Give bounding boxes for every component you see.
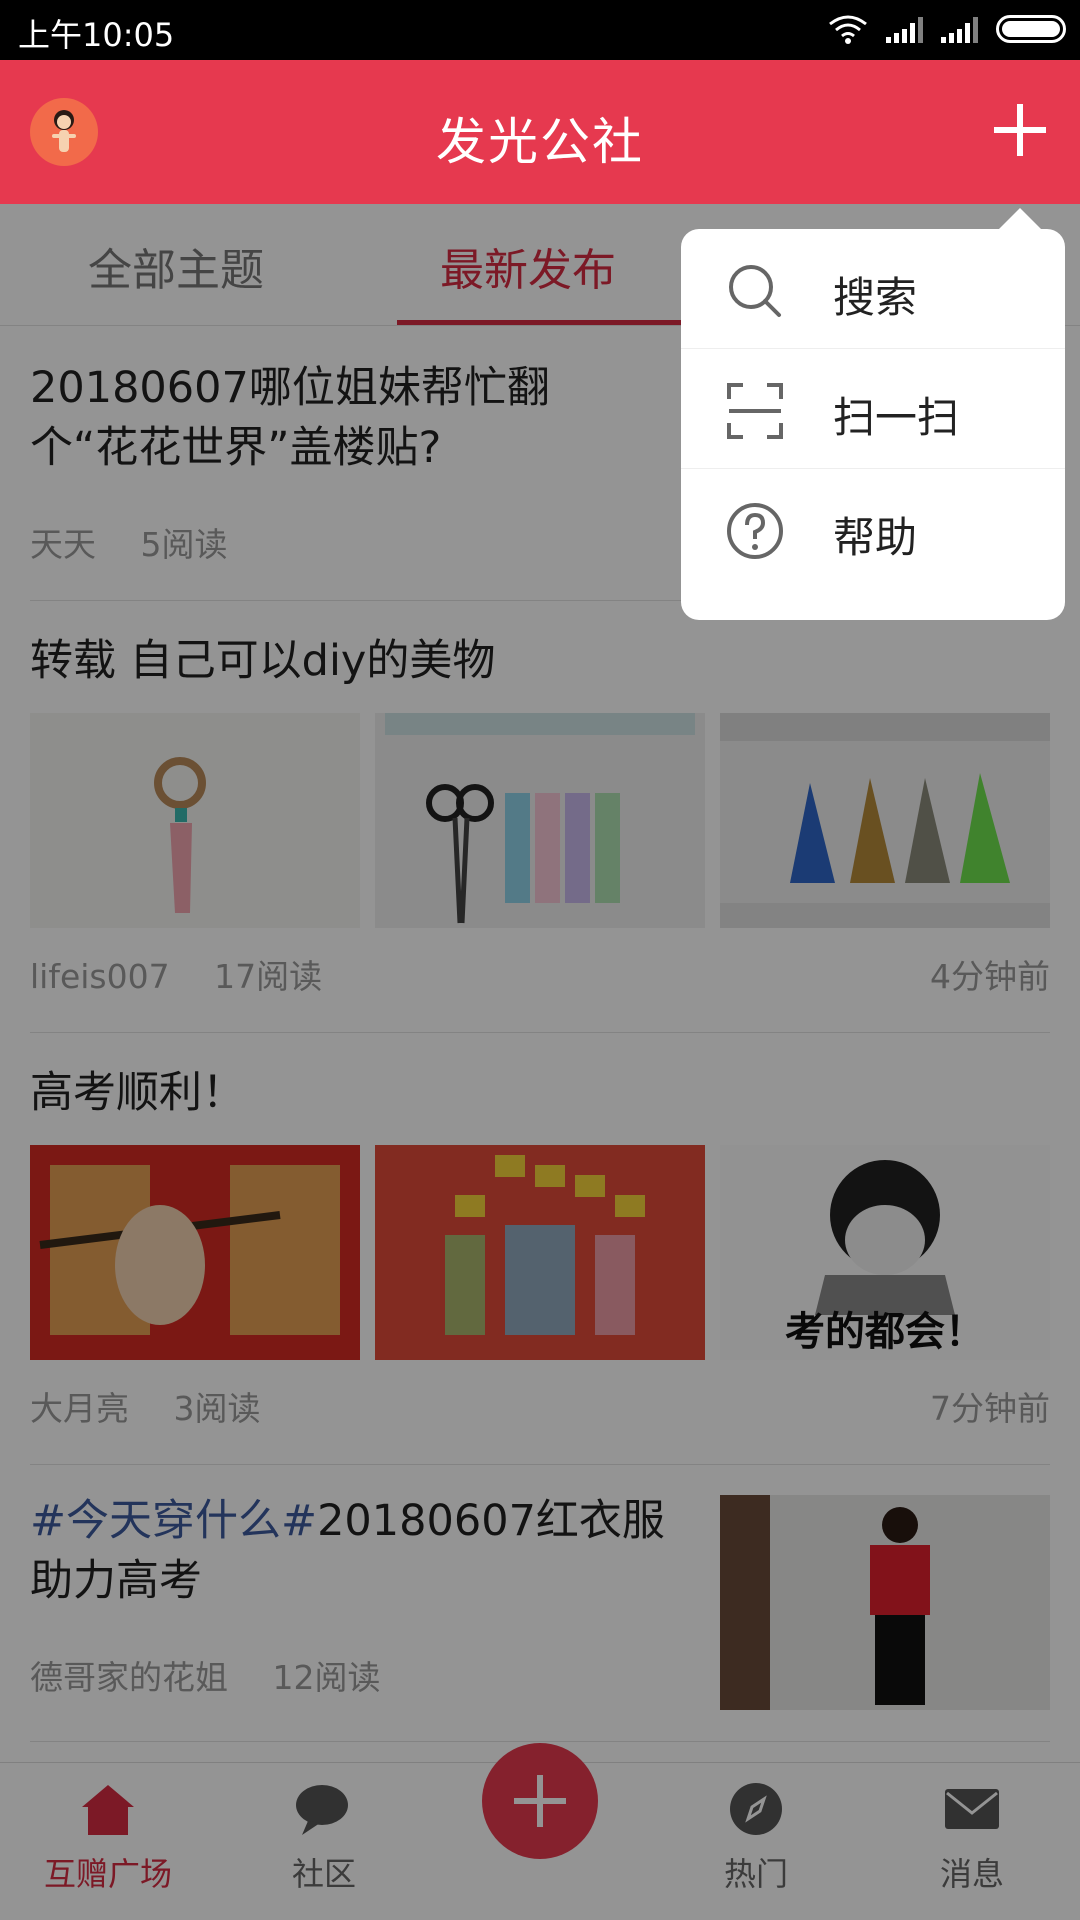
status-time: 上午10:05 [18,16,175,54]
popup-menu: 搜索 扫一扫 帮助 [681,229,1065,620]
scan-icon [727,383,783,439]
menu-item-label: 扫一扫 [833,393,960,442]
plus-icon[interactable] [992,102,1048,158]
help-icon [727,503,783,559]
battery-icon [996,15,1066,43]
menu-item-label: 帮助 [833,513,918,562]
wifi-icon [829,15,867,44]
app-title: 发光公社 [436,113,644,171]
menu-item-label: 搜索 [833,273,918,322]
app-bar: 发光公社 [0,60,1080,204]
signal-1-icon [886,15,923,43]
menu-item-search[interactable]: 搜索 [681,229,1065,349]
status-icons [828,14,1066,44]
status-bar: 上午10:05 [0,0,1080,60]
search-icon [729,265,781,317]
menu-item-help[interactable]: 帮助 [681,469,1065,589]
menu-item-scan[interactable]: 扫一扫 [681,349,1065,469]
menu-arrow [998,208,1042,230]
signal-2-icon [941,15,978,43]
